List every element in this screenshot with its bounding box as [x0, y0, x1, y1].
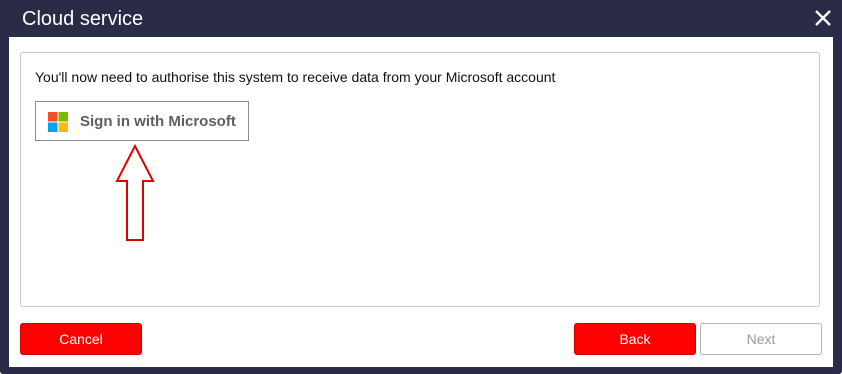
- back-button[interactable]: Back: [574, 323, 696, 355]
- close-button[interactable]: [814, 8, 832, 28]
- sign-in-with-microsoft-button[interactable]: Sign in with Microsoft: [35, 101, 249, 141]
- cancel-button[interactable]: Cancel: [20, 323, 142, 355]
- content-panel: You'll now need to authorise this system…: [20, 52, 820, 307]
- red-arrow-annotation-icon: [115, 143, 155, 241]
- microsoft-logo-icon: [48, 112, 68, 132]
- instruction-text: You'll now need to authorise this system…: [35, 69, 556, 85]
- dialog-body: You'll now need to authorise this system…: [9, 37, 833, 367]
- next-button[interactable]: Next: [700, 323, 822, 355]
- dialog-title: Cloud service: [22, 8, 144, 30]
- cloud-service-dialog: Cloud service You'll now need to authori…: [0, 0, 842, 374]
- title-bar: Cloud service: [0, 0, 842, 37]
- close-icon: [815, 10, 831, 26]
- sign-in-label: Sign in with Microsoft: [80, 113, 236, 130]
